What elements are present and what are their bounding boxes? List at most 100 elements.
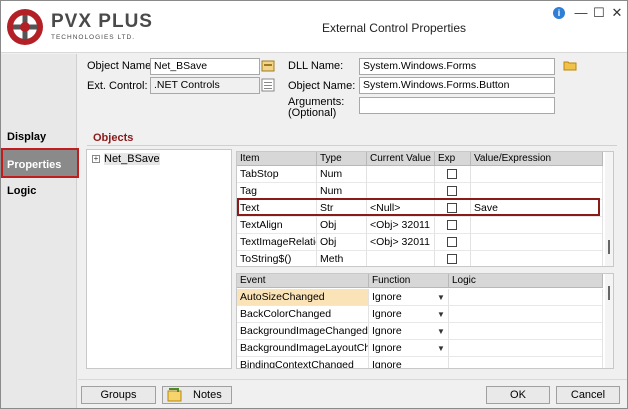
cell-logic[interactable] [449,340,603,357]
cancel-button[interactable]: Cancel [556,386,620,404]
cell-value[interactable]: Save [471,200,603,217]
cell-logic[interactable] [449,357,603,368]
tree-item-net-bsave[interactable]: + Net_BSave [92,153,160,165]
close-icon[interactable]: ✕ [607,5,627,21]
notes-button[interactable]: Notes [162,386,232,404]
groups-button-label: Groups [100,389,137,401]
logo-subtext: TECHNOLOGIES LTD. [51,34,136,41]
object-name-label: Object Name: [87,60,155,72]
dll-name-field[interactable]: System.Windows.Forms [359,58,555,75]
sidebar-item-logic[interactable]: Logic [3,176,79,206]
properties-grid-header: Item Type Current Value Exp Value/Expres… [237,152,603,166]
cell-event: BindingContextChanged [237,357,369,368]
object-lookup-icon[interactable] [261,59,275,73]
cell-value[interactable] [471,166,603,183]
title-bar: PVX PLUS TECHNOLOGIES LTD. External Cont… [1,1,627,53]
folder-icon[interactable] [563,58,577,72]
maximize-icon[interactable]: ☐ [589,5,609,21]
exp-checkbox[interactable] [447,169,457,179]
exp-checkbox[interactable] [447,254,457,264]
exp-checkbox[interactable] [447,237,457,247]
tree-item-label: Net_BSave [104,153,160,165]
cell-event: BackgroundImageChanged [237,323,369,340]
col-current-value[interactable]: Current Value [367,152,435,166]
minimize-icon[interactable]: — [571,5,591,21]
cell-current [367,183,435,200]
notes-icon [167,388,182,402]
properties-scroll-thumb[interactable] [608,240,610,254]
arguments-optional-label: (Optional) [288,107,337,119]
info-icon[interactable]: i [553,7,565,19]
sidebar-item-properties[interactable]: Properties [1,148,79,178]
cell-type: Num [317,166,367,183]
cell-value[interactable] [471,183,603,200]
cell-type: Num [317,183,367,200]
objects-divider [87,145,617,146]
cell-value[interactable] [471,251,603,266]
objects-tree[interactable]: + Net_BSave [86,149,232,369]
cell-logic[interactable] [449,306,603,323]
col-event[interactable]: Event [237,274,369,288]
cell-item: TextAlign [237,217,317,234]
cell-item: TabStop [237,166,317,183]
col-value-expression[interactable]: Value/Expression [471,152,603,166]
exp-checkbox[interactable] [447,203,457,213]
events-grid-header: Event Function Logic [237,274,603,288]
ext-control-list-icon[interactable] [261,78,275,92]
chevron-down-icon[interactable]: ▼ [437,289,445,306]
chevron-down-icon[interactable]: ▼ [437,340,445,357]
groups-button[interactable]: Groups [81,386,156,404]
cell-logic[interactable] [449,289,603,306]
cell-item: ToString$() [237,251,317,266]
cell-current: <Obj> 32011 [367,217,435,234]
chevron-down-icon[interactable]: ▼ [437,323,445,340]
arguments-field[interactable] [359,97,555,114]
col-item[interactable]: Item [237,152,317,166]
cell-logic[interactable] [449,323,603,340]
cell-event: BackColorChanged [237,306,369,323]
objects-heading: Objects [93,132,134,144]
properties-scrollbar[interactable] [605,152,613,266]
external-control-properties-window: PVX PLUS TECHNOLOGIES LTD. External Cont… [0,0,628,409]
ok-button[interactable]: OK [486,386,550,404]
object-name2-label: Object Name: [288,80,356,92]
events-scroll-thumb[interactable] [608,286,610,300]
cell-item: TextImageRelation [237,234,317,251]
ext-control-field[interactable]: .NET Controls [150,77,260,94]
object-name2-field[interactable]: System.Windows.Forms.Button [359,77,555,94]
col-logic[interactable]: Logic [449,274,603,288]
cell-function[interactable]: Ignore [369,357,449,368]
cell-current [367,166,435,183]
cell-event: AutoSizeChanged [237,289,369,306]
chevron-down-icon[interactable]: ▼ [437,306,445,323]
window-title: External Control Properties [321,21,467,35]
cell-value[interactable] [471,234,603,251]
ok-button-label: OK [510,389,526,401]
cell-current: <Null> [367,200,435,217]
col-type[interactable]: Type [317,152,367,166]
bottom-button-bar: Groups Notes OK Cancel [78,379,627,408]
ext-control-label: Ext. Control: [87,80,148,92]
cell-item: Text [237,200,317,217]
col-function[interactable]: Function [369,274,449,288]
cell-event: BackgroundImageLayoutChanged [237,340,369,357]
cancel-button-label: Cancel [570,389,606,401]
properties-grid[interactable]: Item Type Current Value Exp Value/Expres… [236,151,614,267]
expand-icon[interactable]: + [92,155,100,164]
cell-item: Tag [237,183,317,200]
cell-value[interactable] [471,217,603,234]
cell-type: Obj [317,234,367,251]
exp-checkbox[interactable] [447,220,457,230]
col-exp[interactable]: Exp [435,152,471,166]
object-name-field[interactable]: Net_BSave [150,58,260,75]
dll-name-label: DLL Name: [288,60,344,72]
cell-current [367,251,435,266]
sidebar: Display Properties Logic [1,54,79,408]
cell-type: Obj [317,217,367,234]
events-scrollbar[interactable] [605,274,613,368]
notes-button-label: Notes [193,389,222,401]
exp-checkbox[interactable] [447,186,457,196]
cell-type: Str [317,200,367,217]
cell-type: Meth [317,251,367,266]
events-grid[interactable]: Event Function Logic AutoSizeChanged Ign… [236,273,614,369]
